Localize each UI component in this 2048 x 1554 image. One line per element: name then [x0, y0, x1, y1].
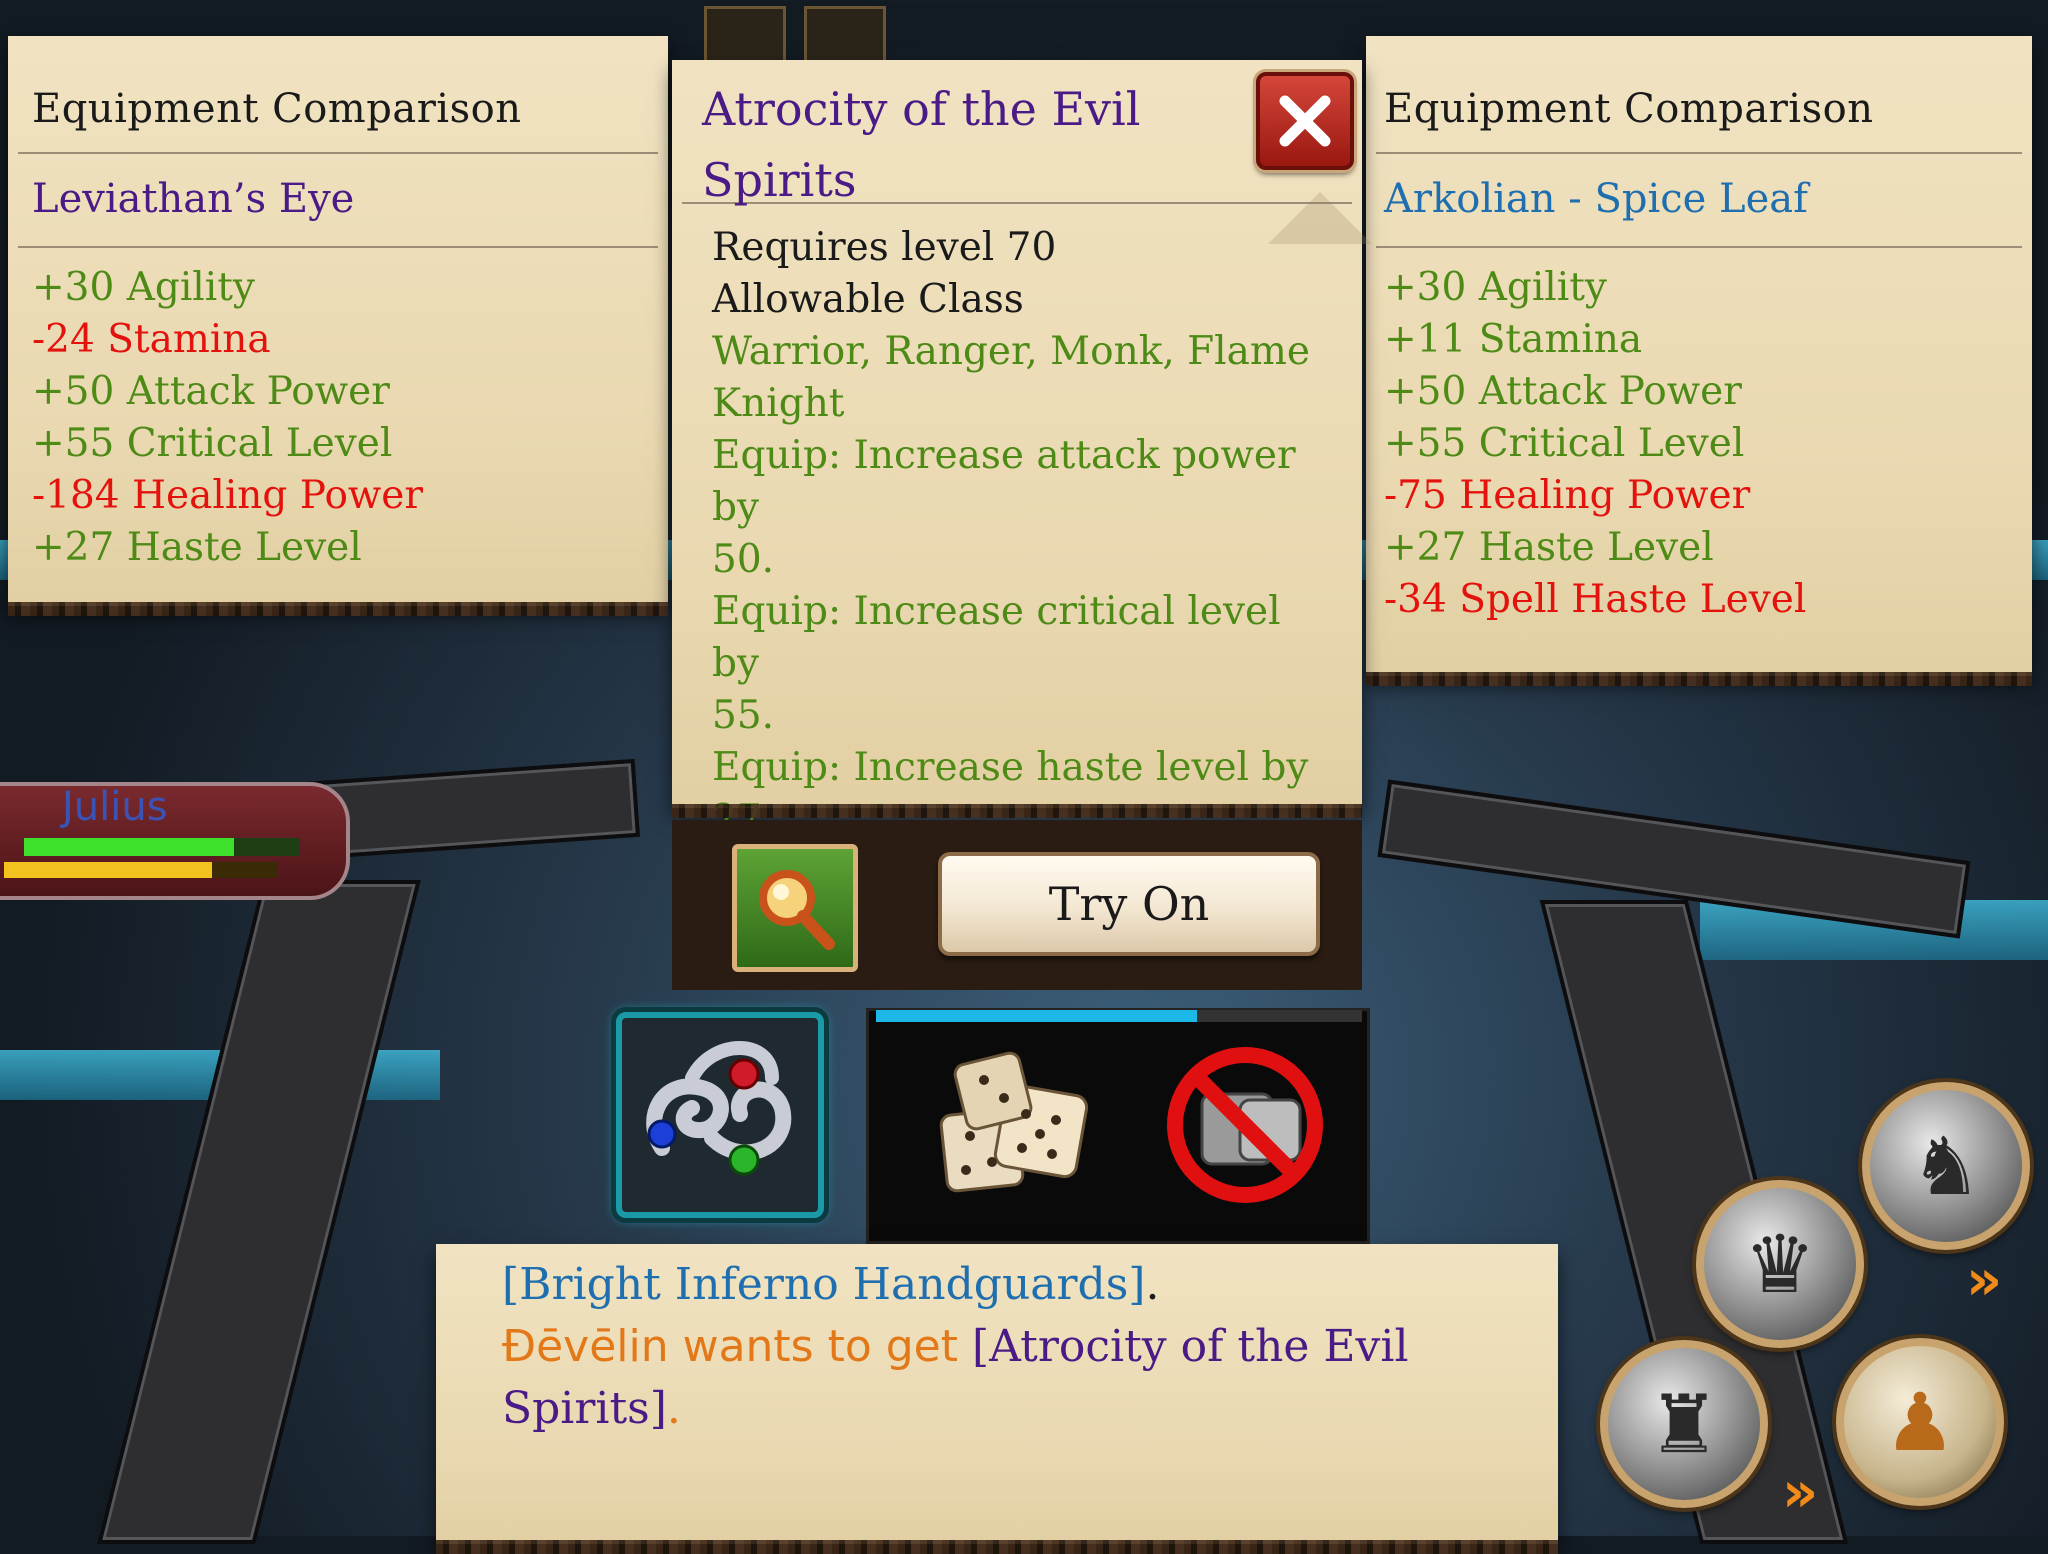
- equip-effect-line: 50.: [712, 537, 775, 582]
- try-on-button[interactable]: Try On: [938, 852, 1320, 956]
- close-icon: [1279, 95, 1331, 147]
- equipment-slot[interactable]: [804, 6, 886, 64]
- stat-line: +27 Haste Level: [1384, 525, 1714, 570]
- stat-line: +55 Critical Level: [32, 421, 393, 466]
- tooltip-body: Requires level 70 Allowable Class Warrio…: [672, 204, 1362, 846]
- gem-ring-icon: [646, 1041, 792, 1176]
- equip-effect-line: 55.: [712, 693, 775, 738]
- stat-line: +50 Attack Power: [32, 369, 390, 414]
- stat-line: +30 Agility: [32, 265, 255, 310]
- stat-line: +27 Haste Level: [32, 525, 362, 570]
- item-link[interactable]: [Bright Inferno Handguards]: [502, 1259, 1145, 1310]
- item-tooltip: Atrocity of the Evil Spirits Requires le…: [672, 60, 1362, 842]
- mount-icon: ♞: [1910, 1119, 1982, 1213]
- stat-line: +30 Agility: [1384, 265, 1607, 310]
- health-bar-fill: [24, 838, 234, 856]
- chevron-icon: »: [1782, 1460, 1819, 1525]
- mana-bar-fill: [4, 862, 213, 878]
- equip-effect-line: Equip: Increase critical level by: [712, 589, 1281, 686]
- stat-line: -24 Stamina: [32, 317, 271, 362]
- panel-title: Equipment Comparison: [32, 86, 522, 132]
- skill-button-mount[interactable]: ♞: [1862, 1082, 2030, 1250]
- roll-pass-button[interactable]: [1160, 1040, 1330, 1210]
- equipment-slot[interactable]: [704, 6, 786, 64]
- dragon-icon: ♜: [1648, 1377, 1720, 1471]
- stat-list: +30 Agility -24 Stamina +50 Attack Power +5…: [8, 248, 668, 574]
- stat-line: +50 Attack Power: [1384, 369, 1742, 414]
- chat-message: Spirits].: [436, 1378, 1558, 1440]
- level-requirement: Requires level 70: [712, 225, 1057, 270]
- chat-text: Ðēvēlin wants to get: [502, 1321, 972, 1372]
- roll-timer-fill: [876, 1010, 1197, 1022]
- magnifier-icon: [759, 870, 835, 950]
- stat-line: -184 Healing Power: [32, 473, 424, 518]
- skill-button-dragon[interactable]: ♜: [1600, 1340, 1768, 1508]
- chat-message: [Bright Inferno Handguards].: [436, 1244, 1558, 1316]
- equip-effect-line: Equip: Increase attack power by: [712, 433, 1296, 530]
- stat-line: -75 Healing Power: [1384, 473, 1751, 518]
- chat-punctuation: .: [666, 1383, 681, 1434]
- skill-button-boot[interactable]: ♟: [1836, 1338, 2004, 1506]
- stat-list: +30 Agility +11 Stamina +50 Attack Power +5…: [1366, 248, 2032, 626]
- dice-icon: [939, 1051, 1089, 1193]
- inspect-button[interactable]: [732, 844, 858, 972]
- skill-button-lion-helm[interactable]: ♛: [1696, 1180, 1864, 1348]
- stat-line: -34 Spell Haste Level: [1384, 577, 1807, 622]
- unit-name: Julius: [62, 784, 168, 830]
- chat-message: Ðēvēlin wants to get [Atrocity of the Ev…: [436, 1316, 1558, 1378]
- item-link[interactable]: [Atrocity of the Evil: [972, 1321, 1409, 1372]
- chat-punctuation: .: [1145, 1259, 1160, 1310]
- stat-line: +55 Critical Level: [1384, 421, 1745, 466]
- item-link[interactable]: Spirits]: [502, 1383, 667, 1434]
- stat-line: +11 Stamina: [1384, 317, 1643, 362]
- class-list: Knight: [712, 381, 845, 426]
- equipment-comparison-right: Equipment Comparison Arkolian - Spice Le…: [1366, 36, 2032, 686]
- chat-log: [Bright Inferno Handguards]. Ðēvēlin wan…: [436, 1244, 1558, 1554]
- equipment-comparison-left: Equipment Comparison Leviathan’s Eye +30…: [8, 36, 668, 616]
- scroll-up-icon[interactable]: [1268, 192, 1372, 244]
- loot-item-slot[interactable]: [616, 1012, 824, 1218]
- equipped-item-name: Arkolian - Spice Leaf: [1384, 176, 1808, 222]
- panel-title: Equipment Comparison: [1384, 86, 1874, 132]
- no-dice-icon: [1167, 1047, 1323, 1203]
- class-list: Warrior, Ranger, Monk, Flame: [712, 329, 1310, 374]
- boot-icon: ♟: [1884, 1375, 1956, 1469]
- chevron-icon: »: [1966, 1248, 2003, 1313]
- class-label: Allowable Class: [712, 277, 1024, 322]
- roll-need-button[interactable]: [930, 1040, 1100, 1210]
- equip-effects: Equip: Increase attack power by 50. Equip:…: [712, 430, 1338, 846]
- item-title-line: Atrocity of the Evil: [702, 82, 1141, 136]
- equipped-item-name: Leviathan’s Eye: [32, 176, 355, 222]
- lion-helm-icon: ♛: [1744, 1217, 1816, 1311]
- close-button[interactable]: [1256, 72, 1354, 170]
